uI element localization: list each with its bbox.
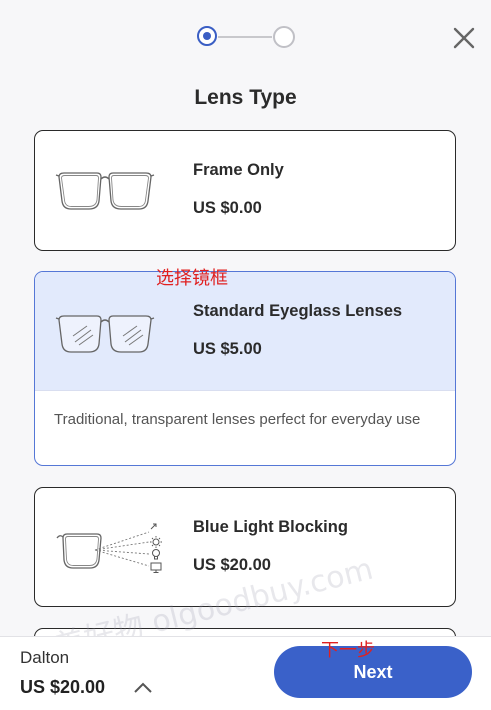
close-button[interactable] xyxy=(452,26,476,50)
step-connector xyxy=(218,36,272,38)
option-name: Standard Eyeglass Lenses xyxy=(193,302,403,320)
option-price: US $5.00 xyxy=(193,340,262,358)
step-indicator xyxy=(197,26,297,50)
annotation-select-frame: 选择镜框 xyxy=(156,268,228,289)
chevron-up-icon[interactable] xyxy=(133,680,153,694)
step-1-active-dot xyxy=(197,26,217,46)
blue-light-glasses-icon xyxy=(56,523,162,573)
product-name: Dalton xyxy=(20,648,70,667)
option-name: Blue Light Blocking xyxy=(193,518,348,536)
step-2-dot xyxy=(273,26,295,48)
option-description: Traditional, transparent lenses perfect … xyxy=(35,390,455,445)
lens-option-frame-only[interactable]: Frame Only US $0.00 xyxy=(34,130,456,251)
footer-bar: Dalton US $20.00 Next xyxy=(0,636,491,710)
option-price: US $0.00 xyxy=(193,199,262,217)
page-title: Lens Type xyxy=(194,86,297,109)
close-icon xyxy=(453,27,475,49)
annotation-next-step: 下一步 xyxy=(321,640,375,661)
clear-lens-glasses-icon xyxy=(55,315,155,353)
option-name: Frame Only xyxy=(193,161,284,179)
lens-option-standard[interactable]: Standard Eyeglass Lenses US $5.00 Tradit… xyxy=(34,271,456,466)
order-total: US $20.00 xyxy=(20,677,106,697)
frame-glasses-icon xyxy=(55,172,155,210)
